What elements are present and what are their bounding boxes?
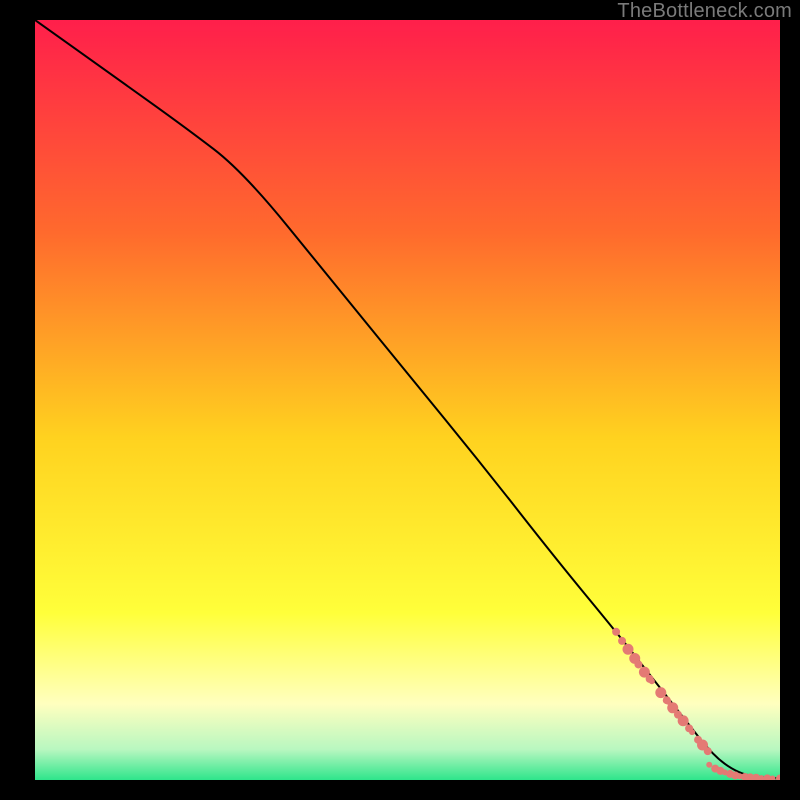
data-marker: [704, 747, 712, 755]
data-marker: [634, 660, 642, 668]
data-marker: [678, 715, 689, 726]
plot-svg: [35, 20, 780, 780]
data-marker: [689, 729, 695, 735]
data-marker: [706, 762, 712, 768]
data-marker: [618, 637, 626, 645]
data-marker: [612, 628, 620, 636]
data-marker: [623, 644, 634, 655]
data-marker: [655, 687, 666, 698]
gradient-background: [35, 20, 780, 780]
plot-area: [35, 20, 780, 780]
data-marker: [649, 678, 655, 684]
chart-frame: TheBottleneck.com: [0, 0, 800, 800]
